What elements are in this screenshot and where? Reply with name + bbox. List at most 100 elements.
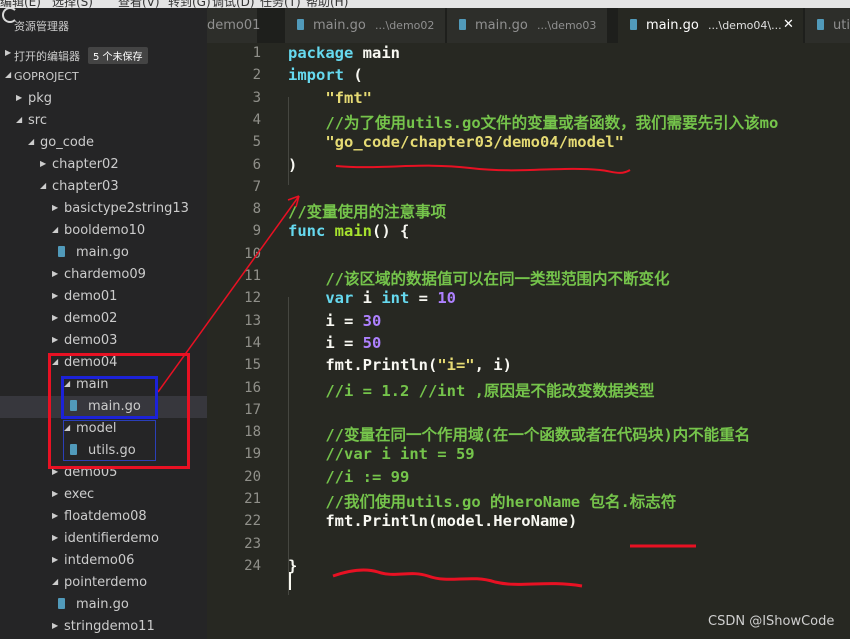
project-section[interactable]: ◢ GOPROJECT — [0, 66, 207, 88]
code-line: //我们使用utils.go 的heroName 包名.标志符 — [288, 490, 676, 512]
open-editors-section[interactable]: ▶ 打开的编辑器 5 个未保存 — [0, 44, 207, 66]
tree-folder-item[interactable]: ◢ booldemo10 — [0, 220, 207, 242]
code-token: main — [334, 222, 372, 241]
go-file-icon — [459, 19, 466, 30]
tab-label: main.go — [646, 18, 699, 33]
code-token: "i=" — [437, 356, 475, 375]
tree-folder-item[interactable]: ▶ floatdemo08 — [0, 506, 207, 528]
tree-folder-item[interactable]: ▶ stringdemo11 — [0, 616, 207, 638]
line-number: 17 — [244, 401, 261, 418]
tree-folder-item[interactable]: ◢ pointerdemo — [0, 572, 207, 594]
code-token: () { — [372, 222, 410, 241]
caret-right-icon: ▶ — [52, 203, 59, 212]
tree-folder-item[interactable]: ▶ demo02 — [0, 308, 207, 330]
tree-item-label: exec — [64, 487, 95, 502]
menu-item[interactable]: 选择(S) — [52, 0, 93, 8]
editor-tab[interactable]: main.go ...\demo02 — [285, 8, 445, 43]
code-line: package main — [288, 44, 400, 62]
tree-folder-item[interactable]: ▶ identifierdemo — [0, 528, 207, 550]
line-number: 9 — [252, 223, 261, 240]
tab-label: main.go — [475, 18, 528, 33]
code-token: 30 — [362, 311, 382, 330]
go-file-icon — [58, 598, 65, 609]
code-token: import — [288, 66, 344, 85]
tree-item-label: chardemo09 — [64, 267, 146, 282]
editor-tab[interactable]: main.go ...\demo03 — [447, 8, 607, 43]
tree-folder-item[interactable]: ▶ chapter02 — [0, 154, 207, 176]
code-token: 10 — [437, 289, 456, 308]
tree-file-item[interactable]: main.go — [0, 242, 207, 264]
line-number: 20 — [244, 468, 261, 485]
code-editor[interactable]: 1 2 3 4 5 6 7 8 9 10 11 12 13 14 15 16 17 18 19 20 21 22 23 24 … — [207, 43, 850, 639]
tree-item-label: basictype2string13 — [64, 201, 189, 216]
tree-folder-item[interactable]: ▶ chardemo09 — [0, 264, 207, 286]
code-line: func main() { — [288, 222, 409, 240]
code-line: "go_code/chapter03/demo04/model" — [288, 133, 624, 151]
line-number: 14 — [244, 334, 261, 351]
menu-item[interactable]: 查看(V) — [118, 0, 160, 8]
tree-item-label: go_code — [40, 135, 95, 150]
menu-item[interactable]: 编辑(E) — [0, 0, 41, 8]
code-line: //i := 99 — [288, 468, 409, 486]
line-number: 7 — [252, 178, 261, 195]
line-number: 18 — [244, 424, 261, 441]
caret-down-icon: ◢ — [40, 181, 47, 190]
line-number: 12 — [244, 290, 261, 307]
tree-file-item[interactable]: main.go — [0, 594, 207, 616]
code-line: var i int = 10 — [288, 289, 456, 307]
tree-folder-item[interactable]: ▶ demo01 — [0, 286, 207, 308]
explorer-title: 资源管理器 — [14, 20, 69, 33]
tree-item-label: chapter02 — [52, 157, 119, 172]
line-number: 2 — [252, 67, 261, 84]
code-token: //var i int = 59 — [325, 445, 475, 464]
caret-right-icon: ▶ — [52, 511, 59, 520]
tree-folder-item[interactable]: ◢ src — [0, 110, 207, 132]
menu-item[interactable]: 帮助(H) — [306, 0, 348, 8]
caret-right-icon: ▶ — [16, 93, 23, 102]
editor-tab-bar: demo01 main.go ...\demo02 main.go ...\demo03… — [207, 8, 850, 43]
code-line: ) — [288, 156, 297, 174]
line-number: 3 — [252, 89, 261, 106]
tree-item-label: floatdemo08 — [64, 509, 147, 524]
code-token: //我们使用utils.go 的heroName 包名.标志符 — [325, 493, 677, 511]
go-file-icon — [58, 246, 65, 257]
tree-folder-item[interactable]: ▶ basictype2string13 — [0, 198, 207, 220]
tab-label: demo01 — [207, 18, 261, 33]
caret-right-icon: ▶ — [52, 555, 59, 564]
editor-tab[interactable]: main.go ...\demo04\... ✕ — [618, 8, 803, 43]
line-number: 15 — [244, 357, 261, 374]
project-label: GOPROJECT — [14, 70, 79, 83]
tree-folder-item[interactable]: ◢ chapter03 — [0, 176, 207, 198]
open-editors-label: 打开的编辑器 — [14, 50, 80, 63]
tree-item-label: booldemo10 — [64, 223, 146, 238]
tab-label: uti — [833, 18, 850, 33]
editor-tab[interactable]: uti — [805, 8, 850, 43]
menu-item[interactable]: 转到(G) — [168, 0, 211, 8]
line-number: 13 — [244, 312, 261, 329]
line-number: 19 — [244, 446, 261, 463]
caret-down-icon: ◢ — [16, 115, 23, 124]
explorer-title-bar: 资源管理器 — [0, 8, 207, 43]
editor-tab[interactable]: demo01 — [207, 8, 261, 43]
menu-item[interactable]: 任务(T) — [260, 0, 301, 8]
tree-folder-item[interactable]: ▶ demo03 — [0, 330, 207, 352]
tree-folder-item[interactable]: ▶ pkg — [0, 88, 207, 110]
caret-right-icon: ▶ — [40, 159, 47, 168]
code-line: //i = 1.2 //int ,原因是不能改变数据类型 — [288, 379, 654, 401]
code-line: i = 30 — [288, 312, 381, 330]
tree-item-label: chapter03 — [52, 179, 119, 194]
tree-folder-item[interactable]: ◢ go_code — [0, 132, 207, 154]
tree-folder-item[interactable]: ▶ intdemo06 — [0, 550, 207, 572]
close-tab-icon[interactable]: ✕ — [783, 17, 794, 32]
tree-item-label: pkg — [28, 91, 53, 106]
caret-right-icon: ▶ — [52, 621, 59, 630]
code-line: //该区域的数据值可以在同一类型范围内不断变化 — [288, 267, 669, 289]
code-line: fmt.Println("i=", i) — [288, 356, 512, 374]
tree-folder-item[interactable]: ▶ exec — [0, 484, 207, 506]
code-token: "go_code/chapter03/demo04/model" — [325, 133, 624, 152]
menu-item[interactable]: 调试(D) — [212, 0, 255, 8]
code-token: //i := 99 — [325, 467, 410, 486]
